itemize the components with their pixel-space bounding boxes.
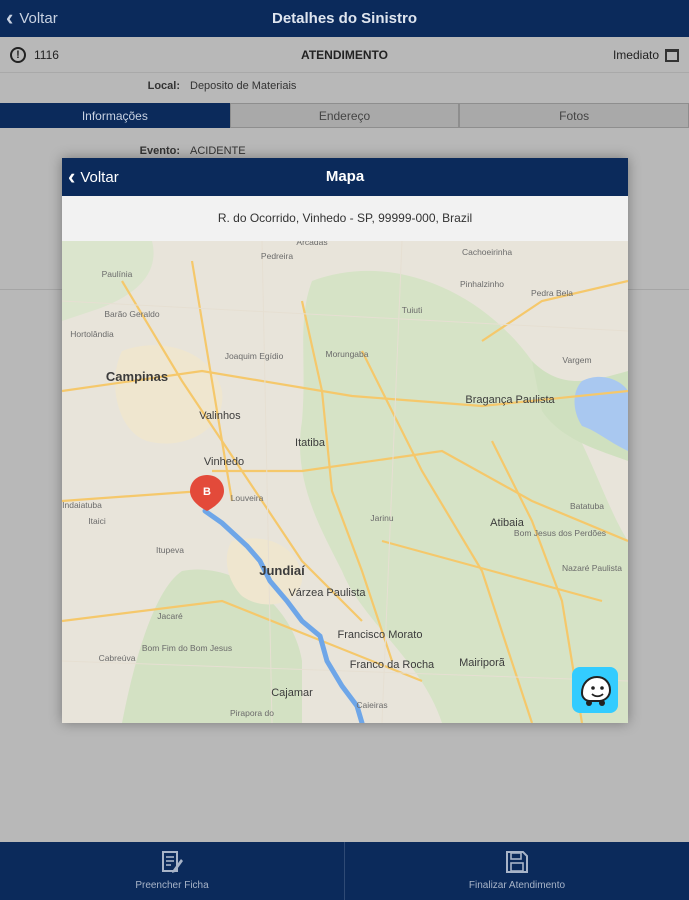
map-place-label: Bom Jesus dos Perdões bbox=[514, 528, 606, 538]
finish-button[interactable]: Finalizar Atendimento bbox=[344, 842, 689, 900]
map-place-label: Mairiporã bbox=[459, 657, 506, 669]
waze-icon[interactable] bbox=[572, 667, 618, 713]
map-place-label: Hortolândia bbox=[70, 329, 114, 339]
map-place-label: Jundiaí bbox=[259, 563, 305, 578]
evento-value: ACIDENTE bbox=[190, 145, 246, 157]
map-place-label: Franco da Rocha bbox=[350, 659, 435, 671]
incident-status: ATENDIMENTO bbox=[301, 48, 388, 62]
top-nav-bar: ‹ Voltar Detalhes do Sinistro bbox=[0, 0, 689, 37]
map-place-label: Itatiba bbox=[295, 437, 326, 449]
tab-fotos[interactable]: Fotos bbox=[459, 103, 689, 128]
map-place-label: Pedreira bbox=[261, 251, 293, 261]
map-place-label: Bragança Paulista bbox=[465, 394, 555, 406]
map-place-label: Paulínia bbox=[102, 269, 133, 279]
tab-bar: Informações Endereço Fotos bbox=[0, 103, 689, 128]
map-place-label: Pedra Bela bbox=[531, 288, 573, 298]
modal-title: Mapa bbox=[325, 168, 365, 185]
map-place-label: Tuiuti bbox=[402, 305, 423, 315]
map-view[interactable]: B Campinas Valinhos Vinhedo Louveira Itatiba… bbox=[62, 241, 628, 723]
local-row: Local: Deposito de Materiais bbox=[0, 73, 689, 101]
priority: Imediato bbox=[613, 48, 679, 62]
map-canvas: B Campinas Valinhos Vinhedo Louveira Itatiba… bbox=[62, 241, 628, 723]
local-label: Local: bbox=[147, 80, 180, 92]
map-place-label: Batatuba bbox=[570, 501, 604, 511]
modal-header: ‹ Voltar Mapa bbox=[62, 158, 628, 196]
map-place-label: Itupeva bbox=[156, 545, 184, 555]
map-place-label: Campinas bbox=[106, 369, 168, 384]
map-place-label: Caieiras bbox=[356, 700, 387, 710]
map-place-label: Jacaré bbox=[157, 611, 183, 621]
map-place-label: Valinhos bbox=[199, 410, 241, 422]
map-place-label: Francisco Morato bbox=[338, 629, 423, 641]
fill-form-label: Preencher Ficha bbox=[135, 880, 209, 891]
map-place-label: Bom Fim do Bom Jesus bbox=[142, 643, 232, 653]
map-place-label: Jarinu bbox=[370, 513, 393, 523]
map-place-label: Cachoeirinha bbox=[462, 247, 512, 257]
map-place-label: Pinhalzinho bbox=[460, 279, 504, 289]
save-icon bbox=[506, 851, 528, 873]
map-place-label: Morungaba bbox=[325, 349, 368, 359]
map-pin-label: B bbox=[203, 486, 211, 498]
map-place-label: Vargem bbox=[562, 355, 591, 365]
tab-endereco[interactable]: Endereço bbox=[229, 103, 460, 128]
map-place-label: Louveira bbox=[231, 493, 264, 503]
map-place-label: Joaquim Egídio bbox=[225, 351, 284, 361]
map-place-label: Barão Geraldo bbox=[104, 309, 160, 319]
calendar-icon bbox=[665, 48, 679, 62]
evento-label: Evento: bbox=[139, 145, 180, 157]
map-place-label: Cabreúva bbox=[99, 653, 136, 663]
map-place-label: Vinhedo bbox=[204, 456, 244, 468]
map-place-label: Pirapora do bbox=[230, 708, 274, 718]
map-place-label: Itaici bbox=[88, 516, 106, 526]
fill-form-button[interactable]: Preencher Ficha bbox=[0, 842, 344, 900]
tab-informacoes[interactable]: Informações bbox=[0, 103, 230, 128]
bottom-action-bar: Preencher Ficha Finalizar Atendimento bbox=[0, 842, 689, 900]
map-place-label: Várzea Paulista bbox=[288, 587, 366, 599]
address-text: R. do Ocorrido, Vinhedo - SP, 99999-000,… bbox=[62, 196, 628, 241]
map-modal: ‹ Voltar Mapa R. do Ocorrido, Vinhedo - … bbox=[62, 158, 628, 723]
map-place-label: Cajamar bbox=[271, 687, 313, 699]
priority-label: Imediato bbox=[612, 48, 659, 62]
map-place-label: Arcadas bbox=[296, 241, 327, 247]
map-place-label: Indaiatuba bbox=[62, 500, 102, 510]
local-value: Deposito de Materiais bbox=[190, 80, 297, 92]
edit-form-icon bbox=[162, 851, 183, 873]
page-title: Detalhes do Sinistro bbox=[271, 10, 418, 27]
map-place-label: Nazaré Paulista bbox=[562, 563, 622, 573]
evento-row: Evento: ACIDENTE bbox=[0, 145, 689, 159]
finish-label: Finalizar Atendimento bbox=[468, 880, 566, 891]
incident-info-row: ! 1116 ATENDIMENTO Imediato bbox=[0, 37, 689, 73]
